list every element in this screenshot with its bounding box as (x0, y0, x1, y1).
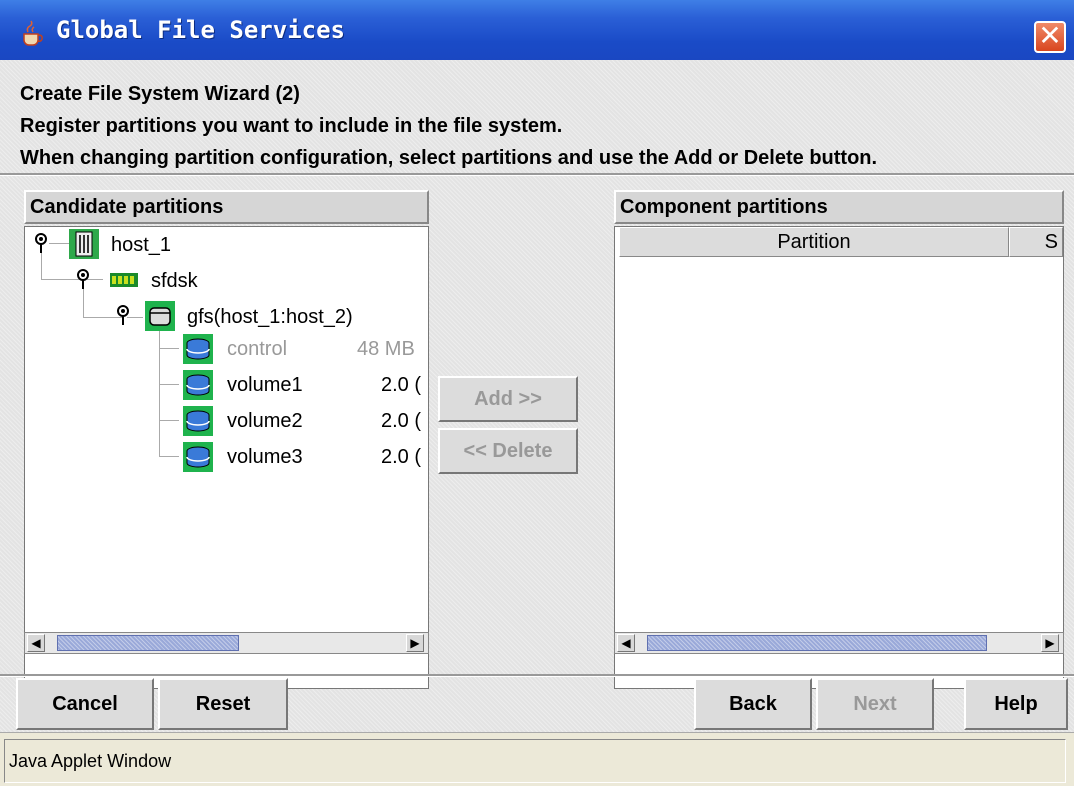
help-button[interactable]: Help (964, 678, 1068, 730)
volume-icon (183, 442, 213, 472)
reset-button[interactable]: Reset (158, 678, 288, 730)
scroll-thumb[interactable] (57, 635, 239, 651)
scroll-left-icon[interactable]: ◀ (27, 634, 45, 652)
tree-line (159, 348, 179, 349)
status-bar: Java Applet Window (0, 732, 1074, 786)
wizard-title: Create File System Wizard (2) (20, 83, 300, 105)
applet-window: Global File Services ✕ Create File Syste… (0, 0, 1074, 786)
expand-handle-icon[interactable] (75, 267, 91, 291)
volume-icon (183, 370, 213, 400)
tree-node-gfs[interactable]: gfs(host_1:host_2) (187, 299, 353, 335)
tree-node-volume3[interactable]: volume3 (227, 439, 303, 475)
status-text: Java Applet Window (4, 739, 1066, 783)
partition-size: 2.0 ( (381, 374, 422, 396)
disk-group-icon (145, 301, 175, 331)
candidate-panel-title: Candidate partitions (24, 190, 429, 224)
partition-size: 48 MB (357, 338, 415, 360)
disk-class-icon (109, 265, 139, 295)
tree-node-host_1[interactable]: host_1 (111, 227, 171, 263)
wizard-header: Create File System Wizard (2) Register p… (20, 78, 877, 174)
tree-line (159, 420, 179, 421)
candidate-tree[interactable]: host_1 sfdsk gfs(host_1:host_2) control (24, 226, 429, 689)
scroll-thumb[interactable] (647, 635, 987, 651)
delete-button[interactable]: << Delete (438, 428, 578, 474)
title-bar[interactable]: Global File Services ✕ (0, 0, 1074, 60)
partition-size: 2.0 ( (381, 446, 422, 468)
header-divider (0, 173, 1074, 176)
tree-node-sfdsk[interactable]: sfdsk (151, 263, 198, 299)
column-header-size[interactable]: S (1009, 227, 1063, 257)
column-header-partition[interactable]: Partition (619, 227, 1009, 257)
add-button[interactable]: Add >> (438, 376, 578, 422)
host-icon (69, 229, 99, 259)
wizard-instruction-2: When changing partition configuration, s… (20, 147, 878, 169)
volume-icon (183, 334, 213, 364)
tree-node-volume1[interactable]: volume1 (227, 367, 303, 403)
component-table[interactable]: Partition S (614, 226, 1064, 689)
wizard-instruction-1: Register partitions you want to include … (20, 115, 563, 137)
close-icon: ✕ (1038, 19, 1062, 52)
tree-line (41, 251, 42, 279)
scroll-right-icon[interactable]: ▶ (1041, 634, 1059, 652)
component-panel-title: Component partitions (614, 190, 1064, 224)
back-button[interactable]: Back (694, 678, 812, 730)
footer-divider (0, 674, 1074, 677)
volume-icon (183, 406, 213, 436)
candidate-hscrollbar[interactable]: ◀ ▶ (24, 632, 429, 654)
java-cup-icon (23, 20, 43, 46)
scroll-left-icon[interactable]: ◀ (617, 634, 635, 652)
tree-line (83, 289, 84, 317)
tree-node-control[interactable]: control (227, 331, 287, 367)
cancel-button[interactable]: Cancel (16, 678, 154, 730)
scroll-right-icon[interactable]: ▶ (406, 634, 424, 652)
wizard-body: Create File System Wizard (2) Register p… (0, 60, 1074, 785)
component-hscrollbar[interactable]: ◀ ▶ (614, 632, 1064, 654)
window-title: Global File Services (56, 16, 345, 44)
tree-node-volume2[interactable]: volume2 (227, 403, 303, 439)
tree-line (49, 243, 69, 244)
close-button[interactable]: ✕ (1034, 21, 1066, 53)
tree-line (159, 384, 179, 385)
next-button[interactable]: Next (816, 678, 934, 730)
expand-handle-icon[interactable] (33, 231, 49, 255)
expand-handle-icon[interactable] (115, 303, 131, 327)
partition-size: 2.0 ( (381, 410, 422, 432)
tree-line (159, 456, 179, 457)
tree-line (159, 331, 160, 457)
